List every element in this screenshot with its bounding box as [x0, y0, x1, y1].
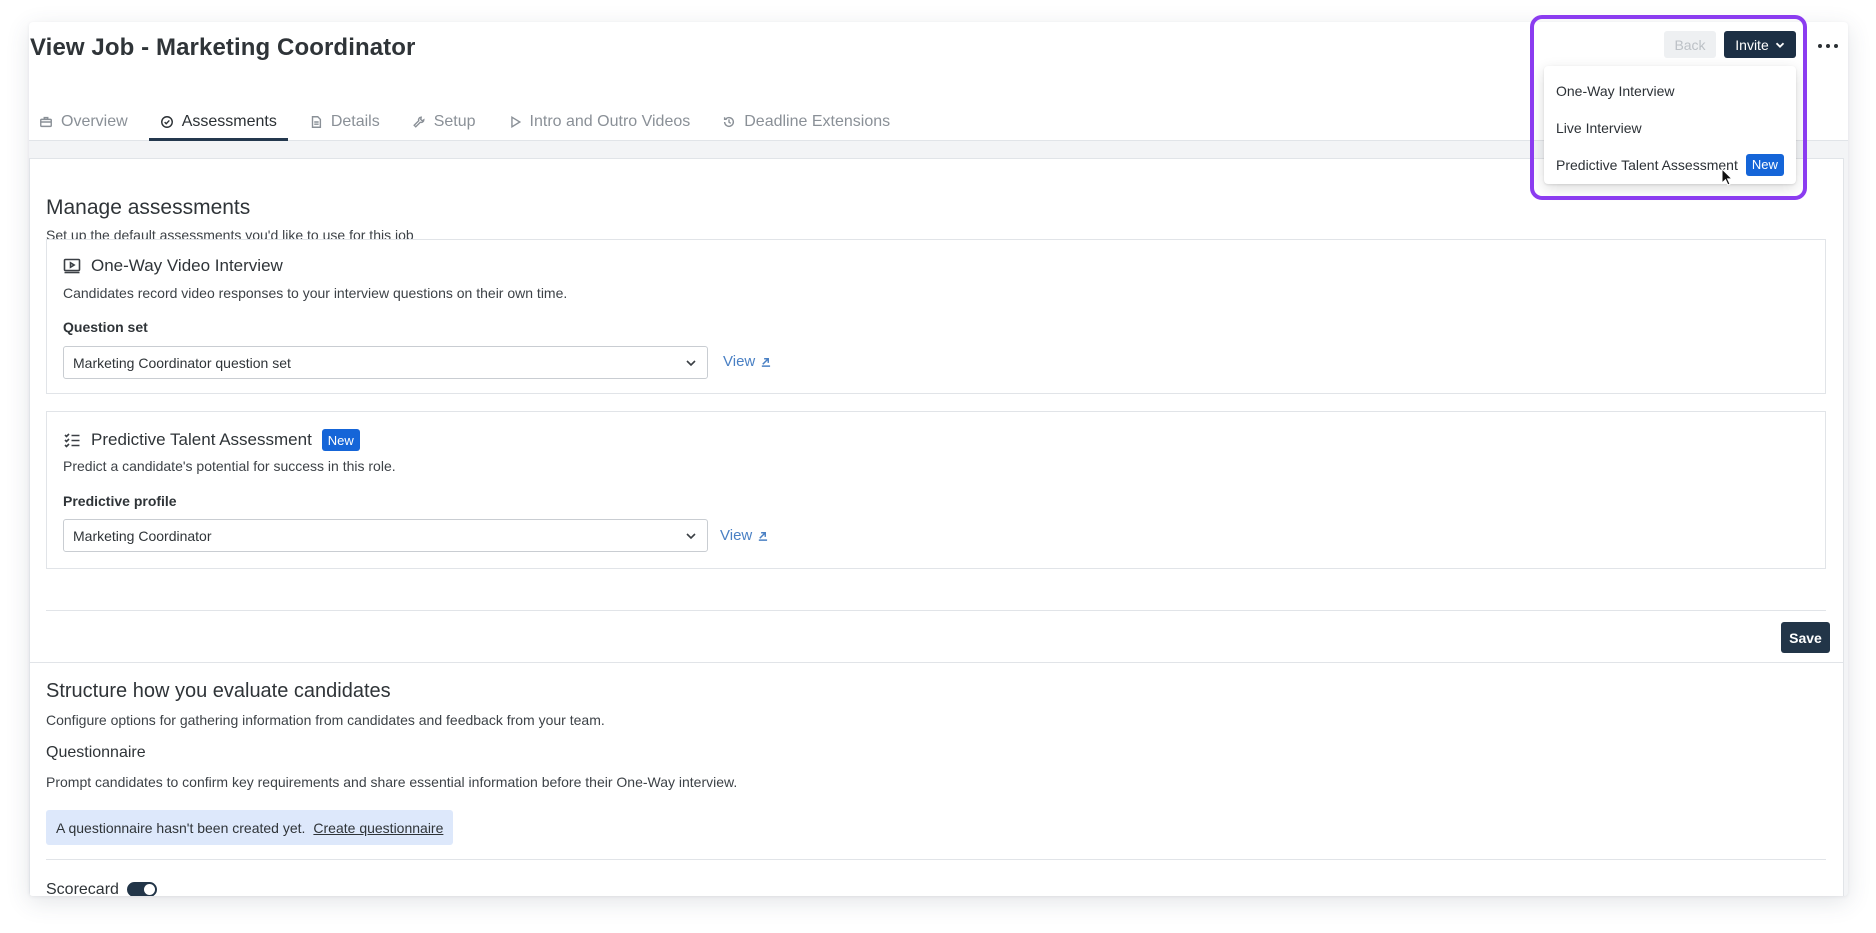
more-dot [1834, 44, 1838, 48]
predictive-profile-select[interactable]: Marketing Coordinator [63, 519, 708, 552]
tab-intro-outro-videos[interactable]: Intro and Outro Videos [497, 102, 702, 141]
menu-item-label: One-Way Interview [1556, 82, 1675, 99]
structure-title: Structure how you evaluate candidates [46, 680, 391, 702]
predictive-profile-label: Predictive profile [63, 493, 177, 509]
external-link-icon [759, 532, 768, 541]
wrench-icon [412, 115, 425, 128]
chevron-down-icon [1775, 42, 1784, 48]
menu-item-live-interview[interactable]: Live Interview [1544, 109, 1796, 146]
tab-setup[interactable]: Setup [401, 102, 487, 141]
one-way-interview-card: One-Way Video Interview Candidates recor… [46, 239, 1826, 394]
invite-dropdown-menu: One-Way Interview Live Interview Predict… [1544, 66, 1796, 184]
menu-item-one-way-interview[interactable]: One-Way Interview [1544, 72, 1796, 109]
more-horizontal-icon [1818, 44, 1822, 48]
menu-item-label: Predictive Talent Assessment [1556, 156, 1738, 173]
tab-assessments[interactable]: Assessments [148, 102, 288, 141]
view-link-label: View [720, 527, 753, 544]
page-title: View Job - Marketing Coordinator [30, 34, 416, 61]
document-icon [311, 115, 321, 128]
manage-assessments-panel: Manage assessments Set up the default as… [29, 158, 1844, 671]
video-icon [63, 258, 81, 274]
one-way-card-title: One-Way Video Interview [91, 256, 283, 275]
check-circle-icon [160, 115, 173, 128]
tab-overview[interactable]: Overview [29, 102, 139, 141]
question-set-value: Marketing Coordinator question set [73, 354, 291, 371]
tab-details[interactable]: Details [298, 102, 391, 141]
questionnaire-description: Prompt candidates to confirm key require… [46, 774, 738, 790]
predictive-profile-value: Marketing Coordinator [73, 527, 212, 544]
tab-bar: Overview Assessments Details Setup Intro… [29, 102, 911, 141]
checklist-icon [64, 433, 80, 448]
predictive-card-title: Predictive Talent Assessment [91, 430, 312, 449]
more-options-button[interactable] [1814, 36, 1842, 56]
tab-label: Details [330, 112, 380, 130]
view-predictive-profile-link[interactable]: View [720, 527, 768, 544]
predictive-card-description: Predict a candidate's potential for succ… [63, 458, 396, 474]
menu-item-predictive-talent-assessment[interactable]: Predictive Talent Assessment New [1544, 146, 1796, 183]
tab-label: Overview [61, 112, 128, 130]
create-questionnaire-link[interactable]: Create questionnaire [313, 820, 443, 836]
one-way-card-header: One-Way Video Interview [63, 256, 283, 276]
play-icon [510, 115, 521, 128]
structure-evaluation-panel: Structure how you evaluate candidates Co… [29, 662, 1844, 896]
new-badge: New [1745, 153, 1784, 176]
notice-text: A questionnaire hasn't been created yet. [56, 819, 306, 836]
one-way-card-description: Candidates record video responses to you… [63, 285, 568, 301]
tab-label: Intro and Outro Videos [529, 112, 691, 130]
questionnaire-notice: A questionnaire hasn't been created yet.… [46, 810, 454, 845]
briefcase-icon [40, 116, 52, 127]
structure-description: Configure options for gathering informat… [46, 712, 605, 728]
question-set-label: Question set [63, 319, 148, 335]
more-dot [1826, 44, 1830, 48]
questionnaire-title: Questionnaire [46, 744, 146, 761]
predictive-card-header: Predictive Talent Assessment New [63, 429, 360, 451]
scorecard-toggle[interactable] [127, 882, 157, 896]
manage-title: Manage assessments [46, 196, 251, 219]
invite-button[interactable]: Invite [1724, 31, 1796, 58]
divider [46, 859, 1826, 860]
history-icon [724, 116, 735, 127]
new-badge: New [321, 429, 360, 451]
tab-label: Setup [433, 112, 476, 130]
menu-item-label: Live Interview [1556, 119, 1642, 136]
scorecard-label: Scorecard [46, 881, 119, 896]
external-link-icon [762, 358, 771, 367]
back-button[interactable]: Back [1664, 31, 1716, 58]
divider [46, 610, 1826, 611]
predictive-assessment-card: Predictive Talent Assessment New Predict… [46, 411, 1826, 569]
view-question-set-link[interactable]: View [723, 353, 771, 370]
invite-label: Invite [1735, 36, 1769, 53]
tab-deadline-extensions[interactable]: Deadline Extensions [711, 102, 901, 141]
chevron-down-icon [686, 360, 696, 367]
tab-label: Deadline Extensions [744, 112, 891, 130]
question-set-select[interactable]: Marketing Coordinator question set [63, 346, 708, 379]
chevron-down-icon [686, 533, 696, 540]
mouse-pointer-icon [1721, 168, 1733, 186]
tab-label: Assessments [181, 112, 277, 130]
save-button[interactable]: Save [1781, 622, 1830, 653]
view-link-label: View [723, 353, 756, 370]
